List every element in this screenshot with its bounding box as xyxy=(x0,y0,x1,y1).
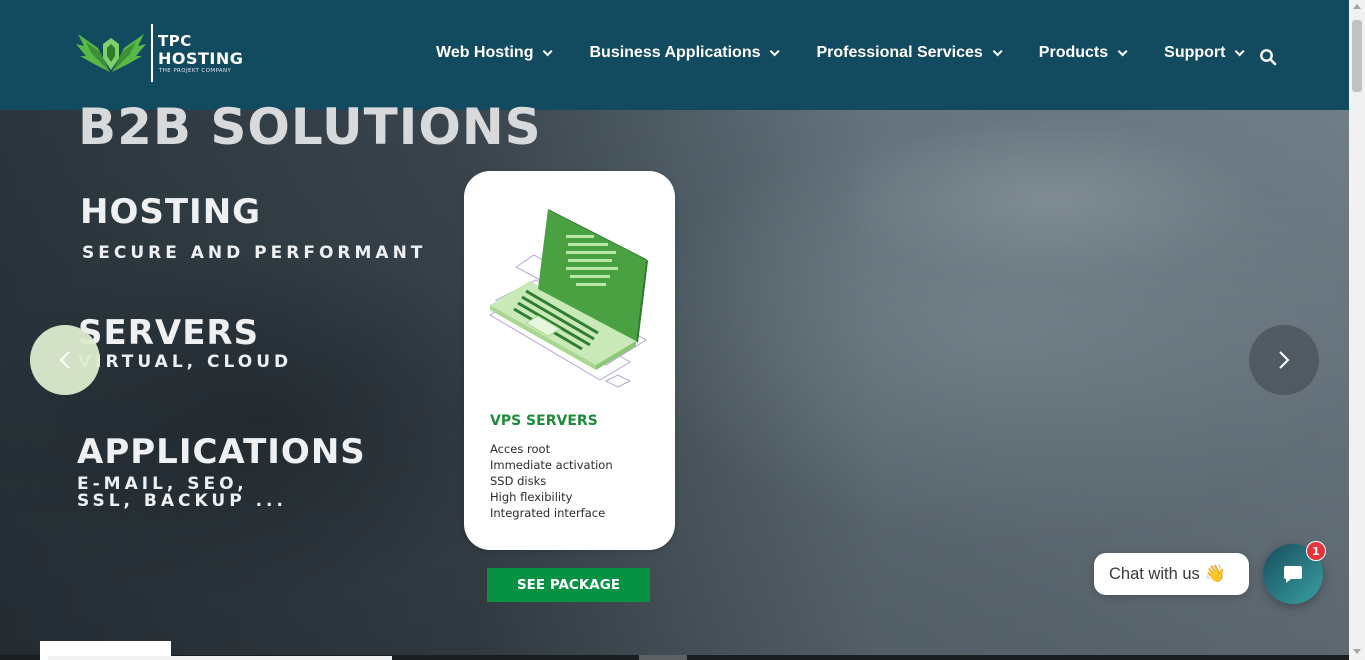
nav-item-label: Support xyxy=(1164,44,1226,61)
logo-text-line2: HOSTING xyxy=(158,49,244,68)
vps-servers-card: VPS SERVERS Acces root Immediate activat… xyxy=(464,171,675,550)
list-item: Integrated interface xyxy=(490,506,606,520)
scroll-thumb[interactable] xyxy=(1352,20,1362,92)
nav-business-applications[interactable]: Business Applications xyxy=(589,44,781,62)
logo-divider xyxy=(151,24,153,82)
site-logo[interactable]: TPC HOSTING THE PROJEKT COMPANY xyxy=(74,22,254,84)
see-package-button[interactable]: SEE PACKAGE xyxy=(487,568,650,602)
list-item: SSD disks xyxy=(490,474,547,488)
page-scrollbar[interactable] xyxy=(1349,0,1365,660)
chevron-right-icon xyxy=(1279,351,1290,369)
chevron-down-icon xyxy=(992,45,1003,56)
nav-web-hosting[interactable]: Web Hosting xyxy=(436,44,554,62)
chat-unread-badge: 1 xyxy=(1306,541,1326,561)
hero-headline: B2B SOLUTIONS xyxy=(78,98,542,156)
nav-item-label: Business Applications xyxy=(589,44,761,61)
chevron-left-icon xyxy=(59,351,70,369)
list-item: Acces root xyxy=(490,442,551,456)
logo-tagline: THE PROJEKT COMPANY xyxy=(159,68,232,74)
bottom-line xyxy=(48,656,392,660)
nav-item-label: Web Hosting xyxy=(436,44,534,61)
chat-with-us-bubble[interactable]: Chat with us 👋 xyxy=(1094,553,1249,595)
list-item: High flexibility xyxy=(490,490,573,504)
card-title: VPS SERVERS xyxy=(490,413,598,429)
servers-heading: SERVERS xyxy=(78,313,260,353)
hosting-heading: HOSTING xyxy=(80,192,262,232)
slider-prev-button[interactable] xyxy=(30,325,100,395)
wave-icon: 👋 xyxy=(1204,564,1226,583)
nav-item-label: Products xyxy=(1038,44,1109,61)
chat-icon xyxy=(1284,566,1302,583)
bottom-segment xyxy=(639,655,687,660)
nav-professional-services[interactable]: Professional Services xyxy=(816,44,1003,62)
chevron-down-icon xyxy=(770,45,781,56)
site-header: TPC HOSTING THE PROJEKT COMPANY Web Host… xyxy=(0,0,1349,110)
applications-subheading-line2: SSL, BACKUP ... xyxy=(77,491,287,511)
chevron-down-icon xyxy=(1117,45,1128,56)
chat-bubble-text: Chat with us xyxy=(1109,564,1200,583)
servers-subheading: VIRTUAL, CLOUD xyxy=(78,352,293,372)
hosting-subheading: SECURE AND PERFORMANT xyxy=(82,243,427,263)
logo-text-line1: TPC xyxy=(158,32,192,50)
nav-item-label: Professional Services xyxy=(816,44,983,61)
applications-heading: APPLICATIONS xyxy=(77,432,366,472)
nav-support[interactable]: Support xyxy=(1164,44,1246,62)
scroll-up-icon[interactable] xyxy=(1353,4,1361,9)
list-item: Immediate activation xyxy=(490,458,613,472)
winged-shield-logo-icon xyxy=(76,34,146,72)
laptop-icon xyxy=(489,209,648,388)
chevron-down-icon xyxy=(543,45,554,56)
chevron-down-icon xyxy=(1235,45,1246,56)
scroll-down-icon[interactable] xyxy=(1353,649,1361,654)
nav-products[interactable]: Products xyxy=(1038,44,1128,62)
main-nav: Web Hosting Business Applications Profes… xyxy=(436,44,1281,62)
card-feature-list: Acces root Immediate activation SSD disk… xyxy=(490,441,613,521)
search-icon[interactable] xyxy=(1259,48,1277,66)
slider-next-button[interactable] xyxy=(1249,325,1319,395)
